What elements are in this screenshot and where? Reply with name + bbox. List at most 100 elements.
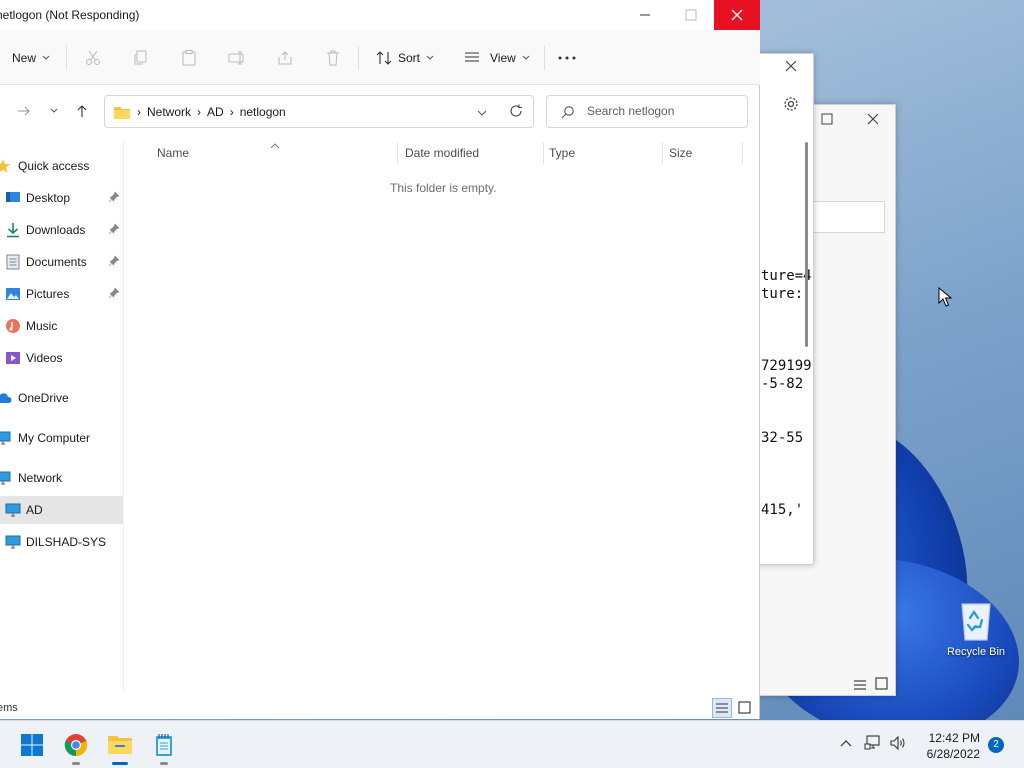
sidebar-item-dilshad-sys[interactable]: DILSHAD-SYS xyxy=(0,528,123,556)
sidebar-item-documents[interactable]: Documents xyxy=(0,248,123,276)
system-clock[interactable]: 12:42 PM 6/28/2022 xyxy=(916,730,980,762)
chevron-down-icon xyxy=(42,55,50,60)
up-button[interactable] xyxy=(72,101,92,121)
search-box[interactable] xyxy=(546,95,748,128)
recycle-bin-shortcut[interactable]: Recycle Bin xyxy=(942,598,1010,658)
text-line: ture=4 xyxy=(761,268,812,284)
breadcrumb-separator: › xyxy=(197,104,202,119)
more-options-button[interactable] xyxy=(558,44,576,72)
videos-icon xyxy=(4,349,22,367)
address-history-button[interactable] xyxy=(477,107,487,121)
network-status-button[interactable] xyxy=(864,735,882,751)
sort-ascending-icon xyxy=(270,138,280,152)
gear-icon[interactable] xyxy=(783,96,799,115)
cut-button[interactable] xyxy=(84,44,102,72)
column-divider[interactable] xyxy=(543,142,544,164)
breadcrumb-netlogon[interactable]: netlogon xyxy=(240,105,286,119)
column-divider[interactable] xyxy=(662,142,663,164)
maximize-button[interactable] xyxy=(668,0,714,30)
new-button[interactable]: New xyxy=(0,44,50,72)
start-button[interactable] xyxy=(12,729,52,768)
background-input[interactable] xyxy=(811,201,885,233)
navigation-row: › Network › AD › netlogon xyxy=(0,95,760,129)
delete-button[interactable] xyxy=(324,44,342,72)
sort-button[interactable]: Sort xyxy=(376,44,434,72)
sidebar-item-label: Documents xyxy=(26,255,87,269)
search-icon xyxy=(561,106,574,119)
rename-button[interactable] xyxy=(228,44,246,72)
pin-icon xyxy=(108,255,120,270)
notification-badge[interactable]: 2 xyxy=(988,737,1004,753)
chevron-down-icon xyxy=(522,55,530,60)
column-size[interactable]: Size xyxy=(669,146,692,160)
taskbar: 12:42 PM 6/28/2022 2 xyxy=(0,720,1024,768)
taskbar-notepad[interactable] xyxy=(144,729,184,768)
view-button[interactable]: View xyxy=(464,44,530,72)
notepad-icon xyxy=(156,734,172,756)
sidebar-item-videos[interactable]: Videos xyxy=(0,344,123,372)
status-bar: ems xyxy=(0,696,760,719)
tiles-view-button[interactable] xyxy=(735,698,755,718)
mouse-cursor-icon xyxy=(938,286,953,310)
maximize-button[interactable] xyxy=(821,113,835,127)
breadcrumb-network[interactable]: Network xyxy=(147,105,191,119)
sidebar-item-ad[interactable]: AD xyxy=(0,496,123,524)
details-view-icon xyxy=(716,703,728,713)
window-title: netlogon (Not Responding) xyxy=(0,8,140,22)
sidebar-item-onedrive[interactable]: OneDrive xyxy=(0,384,123,412)
column-name[interactable]: Name xyxy=(157,146,189,160)
toolbar-divider xyxy=(544,46,545,70)
breadcrumb-separator: › xyxy=(229,104,234,119)
scrollbar[interactable] xyxy=(805,142,808,347)
show-hidden-icons-button[interactable] xyxy=(838,735,854,751)
column-type[interactable]: Type xyxy=(549,146,575,160)
column-divider[interactable] xyxy=(742,142,743,164)
sidebar-item-quick-access[interactable]: Quick access xyxy=(0,152,123,180)
title-bar[interactable]: netlogon (Not Responding) xyxy=(0,0,760,30)
sidebar-item-downloads[interactable]: Downloads xyxy=(0,216,123,244)
close-button[interactable] xyxy=(714,0,760,30)
pin-icon xyxy=(108,287,120,302)
sidebar-item-pictures[interactable]: Pictures xyxy=(0,280,123,308)
search-input[interactable] xyxy=(587,104,737,118)
view-label: View xyxy=(490,51,516,65)
sidebar-item-network[interactable]: Network xyxy=(0,464,123,492)
sidebar-item-music[interactable]: Music xyxy=(0,312,123,340)
background-view-tiles-icon[interactable] xyxy=(875,677,889,694)
paste-button[interactable] xyxy=(180,44,198,72)
close-button[interactable] xyxy=(785,60,799,74)
rename-icon xyxy=(228,51,244,65)
refresh-button[interactable] xyxy=(509,104,523,121)
column-headers: Name Date modified Type Size xyxy=(125,140,745,166)
background-view-details-icon[interactable] xyxy=(853,679,867,694)
network-wired-icon xyxy=(864,735,880,750)
folder-icon xyxy=(108,736,132,754)
document-icon xyxy=(4,253,22,271)
copy-button[interactable] xyxy=(132,44,150,72)
column-date-modified[interactable]: Date modified xyxy=(405,146,479,160)
sidebar-item-label: OneDrive xyxy=(18,391,69,405)
sidebar-item-desktop[interactable]: Desktop xyxy=(0,184,123,212)
close-button[interactable] xyxy=(867,113,881,127)
breadcrumb-ad[interactable]: AD xyxy=(207,105,224,119)
empty-folder-message: This folder is empty. xyxy=(390,181,497,195)
taskbar-file-explorer[interactable] xyxy=(100,729,140,768)
share-button[interactable] xyxy=(276,44,294,72)
sidebar-item-label: Desktop xyxy=(26,191,71,205)
sort-icon xyxy=(376,51,392,65)
details-view-button[interactable] xyxy=(712,698,732,718)
minimize-button[interactable] xyxy=(622,0,668,30)
recent-locations-button[interactable] xyxy=(44,101,64,121)
taskbar-chrome[interactable] xyxy=(56,729,96,768)
star-icon xyxy=(0,157,12,175)
sidebar-item-my-computer[interactable]: My Computer xyxy=(0,424,123,452)
speaker-icon xyxy=(890,735,905,751)
forward-button[interactable] xyxy=(14,101,34,121)
minimize-icon xyxy=(640,14,650,16)
cut-icon xyxy=(86,50,100,65)
volume-button[interactable] xyxy=(888,735,908,751)
file-explorer-window[interactable]: netlogon (Not Responding) New Sort View … xyxy=(0,0,760,719)
text-line: ture: xyxy=(761,286,804,302)
column-divider[interactable] xyxy=(397,142,398,164)
address-bar[interactable]: › Network › AD › netlogon xyxy=(104,95,534,128)
